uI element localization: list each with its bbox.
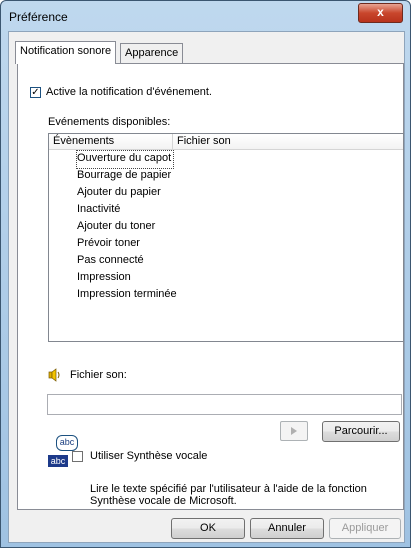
tts-description-line1: Lire le texte spécifié par l'utilisateur… xyxy=(90,483,367,495)
use-tts-label: Utiliser Synthèse vocale xyxy=(90,450,208,462)
speech-bubble-icon: abc xyxy=(56,435,78,451)
list-item[interactable]: Ajouter du toner xyxy=(77,218,155,235)
enable-notification-checkbox[interactable]: ✓ xyxy=(30,87,41,98)
close-button[interactable]: x xyxy=(358,3,403,23)
enable-notification-label: Active la notification d'événement. xyxy=(46,86,212,98)
window-title: Préférence xyxy=(9,10,68,24)
close-icon: x xyxy=(377,5,384,19)
preferences-window: Préférence x Notification sonore Apparen… xyxy=(0,0,411,548)
ok-button[interactable]: OK xyxy=(171,518,245,539)
tts-description-line2: Synthèse vocale de Microsoft. xyxy=(90,495,237,507)
column-header-events[interactable]: Évènements xyxy=(49,134,173,149)
dialog-client: Notification sonore Apparence ✓ Active l… xyxy=(8,31,405,543)
list-item[interactable]: Impression xyxy=(77,269,131,286)
check-mark-icon: ✓ xyxy=(31,87,40,98)
list-item[interactable]: Ajouter du papier xyxy=(77,184,161,201)
list-item[interactable]: Impression terminée xyxy=(77,286,177,303)
events-list[interactable]: Évènements Fichier son Ouverture du capo… xyxy=(48,133,404,342)
tab-label: Notification sonore xyxy=(20,45,112,57)
column-header-label: Fichier son xyxy=(177,135,231,147)
text-block-icon: abc xyxy=(48,455,68,467)
apply-button[interactable]: Appliquer xyxy=(329,518,401,539)
speaker-icon xyxy=(48,368,60,382)
column-header-sound-file[interactable]: Fichier son xyxy=(173,134,403,149)
events-section-label: Evénements disponibles: xyxy=(48,116,171,128)
list-item[interactable]: Prévoir toner xyxy=(77,235,140,252)
use-tts-checkbox[interactable] xyxy=(72,451,83,462)
sound-file-input[interactable] xyxy=(47,394,402,415)
tab-apparence[interactable]: Apparence xyxy=(120,43,184,63)
tab-label: Apparence xyxy=(125,47,179,59)
cancel-button[interactable]: Annuler xyxy=(250,518,324,539)
sound-file-label: Fichier son: xyxy=(70,369,127,381)
tab-panel-notification: ✓ Active la notification d'événement. Ev… xyxy=(17,63,404,510)
column-header-label: Évènements xyxy=(53,135,115,147)
list-item[interactable]: Pas connecté xyxy=(77,252,144,269)
list-item[interactable]: Bourrage de papier xyxy=(77,167,171,184)
tab-notification-sonore[interactable]: Notification sonore xyxy=(15,41,117,64)
browse-button[interactable]: Parcourir... xyxy=(322,421,400,442)
title-bar[interactable]: Préférence x xyxy=(1,1,410,31)
list-item[interactable]: Inactivité xyxy=(77,201,120,218)
play-icon xyxy=(291,427,297,435)
events-list-header: Évènements Fichier son xyxy=(49,134,403,150)
play-sound-button[interactable] xyxy=(280,421,308,441)
